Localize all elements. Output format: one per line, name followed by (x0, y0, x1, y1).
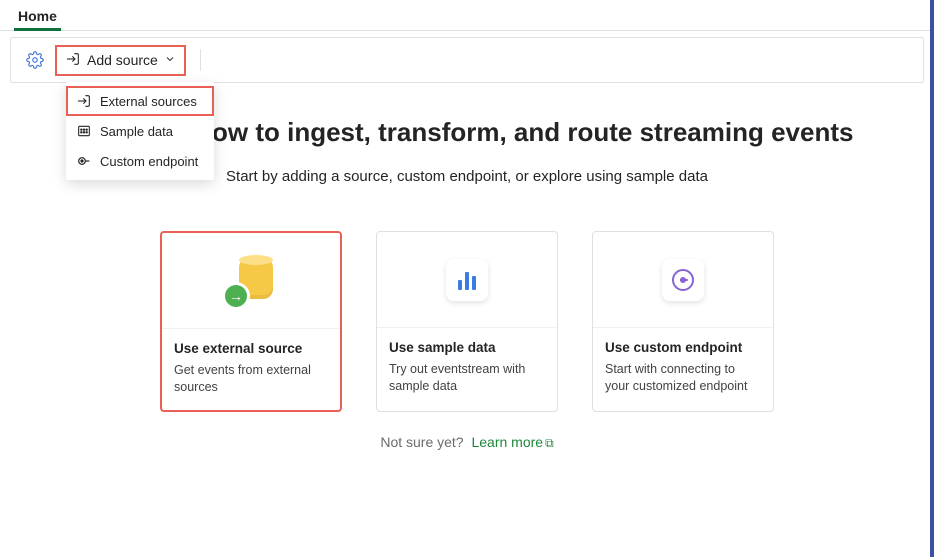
chevron-down-icon (164, 52, 176, 68)
add-source-button[interactable]: Add source (55, 45, 186, 76)
footer-hint: Not sure yet? Learn more⧉ (20, 434, 914, 451)
dropdown-item-sample-data[interactable]: Sample data (66, 116, 214, 146)
card-icon-area (593, 232, 773, 328)
toolbar: Add source (10, 37, 924, 83)
card-use-external-source[interactable]: → Use external source Get events from ex… (160, 231, 342, 412)
tab-home[interactable]: Home (14, 0, 61, 30)
endpoint-icon (662, 259, 704, 301)
add-source-enter-icon (65, 51, 81, 70)
dropdown-item-external-sources[interactable]: External sources (66, 86, 214, 116)
go-arrow-badge-icon: → (225, 285, 247, 307)
add-source-dropdown: External sources Sample data Custom endp… (66, 82, 214, 180)
settings-icon[interactable] (25, 50, 45, 70)
not-sure-text: Not sure yet? (380, 434, 463, 450)
card-title: Use sample data (389, 340, 545, 355)
card-icon-area (377, 232, 557, 328)
tabs-bar: Home (0, 0, 934, 31)
card-desc: Start with connecting to your customized… (605, 361, 761, 395)
cards-row: → Use external source Get events from ex… (20, 231, 914, 412)
card-use-custom-endpoint[interactable]: Use custom endpoint Start with connectin… (592, 231, 774, 412)
external-link-icon: ⧉ (545, 436, 554, 450)
card-title: Use custom endpoint (605, 340, 761, 355)
dropdown-label: External sources (100, 94, 197, 109)
card-title: Use external source (174, 341, 328, 356)
external-sources-icon (76, 93, 92, 109)
card-use-sample-data[interactable]: Use sample data Try out eventstream with… (376, 231, 558, 412)
card-icon-area: → (162, 233, 340, 329)
learn-more-link[interactable]: Learn more⧉ (471, 434, 553, 450)
card-desc: Get events from external sources (174, 362, 328, 396)
add-source-label: Add source (87, 52, 158, 68)
dropdown-item-custom-endpoint[interactable]: Custom endpoint (66, 146, 214, 176)
custom-endpoint-icon (76, 153, 92, 169)
card-desc: Try out eventstream with sample data (389, 361, 545, 395)
database-icon: → (225, 255, 277, 307)
dropdown-label: Sample data (100, 124, 173, 139)
right-accent-bar (930, 0, 934, 557)
toolbar-separator (200, 49, 201, 71)
sample-data-icon (76, 123, 92, 139)
bar-chart-icon (446, 259, 488, 301)
dropdown-label: Custom endpoint (100, 154, 198, 169)
